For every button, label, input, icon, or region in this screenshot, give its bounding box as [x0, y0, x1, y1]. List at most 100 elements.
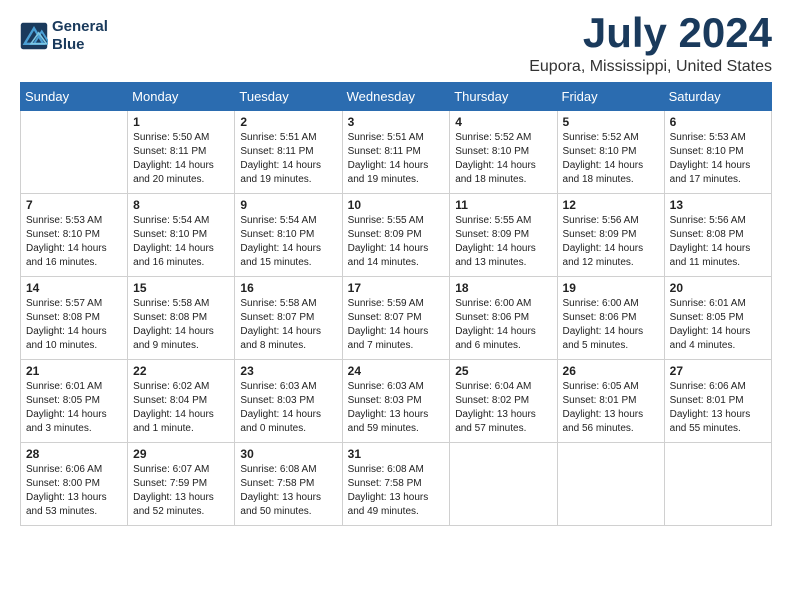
logo-icon: [20, 22, 48, 50]
day-number: 16: [240, 281, 336, 295]
cell-info: Sunrise: 5:54 AMSunset: 8:10 PMDaylight:…: [240, 214, 336, 270]
calendar-cell: 13Sunrise: 5:56 AMSunset: 8:08 PMDayligh…: [664, 194, 771, 277]
day-number: 15: [133, 281, 229, 295]
calendar-cell: 2 Sunrise: 5:51 AMSunset: 8:11 PMDaylight…: [235, 111, 342, 194]
cell-info: Sunrise: 6:08 AMSunset: 7:58 PMDaylight:…: [240, 463, 336, 519]
calendar-cell: 3 Sunrise: 5:51 AMSunset: 8:11 PMDaylight…: [342, 111, 450, 194]
cell-info: Sunrise: 5:51 AMSunset: 8:11 PMDaylight:…: [348, 131, 445, 187]
calendar-cell: 30 Sunrise: 6:08 AMSunset: 7:58 PMDayligh…: [235, 443, 342, 526]
calendar-cell: 11 Sunrise: 5:55 AMSunset: 8:09 PMDayligh…: [450, 194, 557, 277]
day-number: 25: [455, 364, 551, 378]
header-row: SundayMondayTuesdayWednesdayThursdayFrid…: [21, 83, 772, 111]
week-row-4: 21 Sunrise: 6:01 AMSunset: 8:05 PMDayligh…: [21, 360, 772, 443]
day-number: 9: [240, 198, 336, 212]
cell-info: Sunrise: 5:55 AMSunset: 8:09 PMDaylight:…: [455, 214, 551, 270]
cell-info: Sunrise: 6:03 AMSunset: 8:03 PMDaylight:…: [348, 380, 445, 436]
calendar-cell: [664, 443, 771, 526]
cell-info: Sunrise: 6:00 AMSunset: 8:06 PMDaylight:…: [563, 297, 659, 353]
calendar-cell: 14 Sunrise: 5:57 AMSunset: 8:08 PMDayligh…: [21, 277, 128, 360]
calendar-cell: 28 Sunrise: 6:06 AMSunset: 8:00 PMDayligh…: [21, 443, 128, 526]
calendar-cell: 1Sunrise: 5:50 AMSunset: 8:11 PMDaylight…: [128, 111, 235, 194]
day-number: 8: [133, 198, 229, 212]
cell-info: Sunrise: 5:50 AMSunset: 8:11 PMDaylight:…: [133, 131, 229, 187]
cell-info: Sunrise: 5:52 AMSunset: 8:10 PMDaylight:…: [563, 131, 659, 187]
day-number: 20: [670, 281, 766, 295]
header-day-monday: Monday: [128, 83, 235, 111]
header-day-thursday: Thursday: [450, 83, 557, 111]
week-row-5: 28 Sunrise: 6:06 AMSunset: 8:00 PMDayligh…: [21, 443, 772, 526]
calendar-cell: 10 Sunrise: 5:55 AMSunset: 8:09 PMDayligh…: [342, 194, 450, 277]
week-row-3: 14 Sunrise: 5:57 AMSunset: 8:08 PMDayligh…: [21, 277, 772, 360]
cell-info: Sunrise: 5:53 AMSunset: 8:10 PMDaylight:…: [670, 131, 766, 187]
cell-info: Sunrise: 5:56 AMSunset: 8:08 PMDaylight:…: [670, 214, 766, 270]
calendar-cell: 8 Sunrise: 5:54 AMSunset: 8:10 PMDaylight…: [128, 194, 235, 277]
cell-info: Sunrise: 6:03 AMSunset: 8:03 PMDaylight:…: [240, 380, 336, 436]
day-number: 26: [563, 364, 659, 378]
calendar-cell: 21 Sunrise: 6:01 AMSunset: 8:05 PMDayligh…: [21, 360, 128, 443]
calendar-cell: 16 Sunrise: 5:58 AMSunset: 8:07 PMDayligh…: [235, 277, 342, 360]
calendar-cell: 7Sunrise: 5:53 AMSunset: 8:10 PMDaylight…: [21, 194, 128, 277]
day-number: 19: [563, 281, 659, 295]
day-number: 2: [240, 115, 336, 129]
day-number: 23: [240, 364, 336, 378]
logo-line1: General: [52, 18, 108, 36]
day-number: 5: [563, 115, 659, 129]
calendar-cell: 12 Sunrise: 5:56 AMSunset: 8:09 PMDayligh…: [557, 194, 664, 277]
cell-info: Sunrise: 6:00 AMSunset: 8:06 PMDaylight:…: [455, 297, 551, 353]
cell-info: Sunrise: 5:52 AMSunset: 8:10 PMDaylight:…: [455, 131, 551, 187]
calendar-cell: 6Sunrise: 5:53 AMSunset: 8:10 PMDaylight…: [664, 111, 771, 194]
calendar-cell: 29 Sunrise: 6:07 AMSunset: 7:59 PMDayligh…: [128, 443, 235, 526]
day-number: 28: [26, 447, 122, 461]
header-day-friday: Friday: [557, 83, 664, 111]
calendar-header: SundayMondayTuesdayWednesdayThursdayFrid…: [21, 83, 772, 111]
header-day-tuesday: Tuesday: [235, 83, 342, 111]
calendar-table: SundayMondayTuesdayWednesdayThursdayFrid…: [20, 82, 772, 526]
day-number: 4: [455, 115, 551, 129]
cell-info: Sunrise: 6:07 AMSunset: 7:59 PMDaylight:…: [133, 463, 229, 519]
logo: General Blue: [20, 18, 108, 54]
calendar-cell: 19 Sunrise: 6:00 AMSunset: 8:06 PMDayligh…: [557, 277, 664, 360]
calendar-cell: 17Sunrise: 5:59 AMSunset: 8:07 PMDayligh…: [342, 277, 450, 360]
cell-info: Sunrise: 5:55 AMSunset: 8:09 PMDaylight:…: [348, 214, 445, 270]
calendar-cell: [450, 443, 557, 526]
calendar-cell: 9 Sunrise: 5:54 AMSunset: 8:10 PMDaylight…: [235, 194, 342, 277]
title-block: July 2024 Eupora, Mississippi, United St…: [529, 10, 772, 76]
cell-info: Sunrise: 6:05 AMSunset: 8:01 PMDaylight:…: [563, 380, 659, 436]
calendar-cell: 5 Sunrise: 5:52 AMSunset: 8:10 PMDaylight…: [557, 111, 664, 194]
day-number: 30: [240, 447, 336, 461]
calendar-cell: 15 Sunrise: 5:58 AMSunset: 8:08 PMDayligh…: [128, 277, 235, 360]
calendar-subtitle: Eupora, Mississippi, United States: [529, 58, 772, 76]
header-day-wednesday: Wednesday: [342, 83, 450, 111]
cell-info: Sunrise: 6:02 AMSunset: 8:04 PMDaylight:…: [133, 380, 229, 436]
day-number: 21: [26, 364, 122, 378]
cell-info: Sunrise: 5:56 AMSunset: 8:09 PMDaylight:…: [563, 214, 659, 270]
calendar-body: 1Sunrise: 5:50 AMSunset: 8:11 PMDaylight…: [21, 111, 772, 526]
day-number: 29: [133, 447, 229, 461]
calendar-cell: 20Sunrise: 6:01 AMSunset: 8:05 PMDayligh…: [664, 277, 771, 360]
cell-info: Sunrise: 6:06 AMSunset: 8:00 PMDaylight:…: [26, 463, 122, 519]
header-day-saturday: Saturday: [664, 83, 771, 111]
calendar-cell: 31Sunrise: 6:08 AMSunset: 7:58 PMDayligh…: [342, 443, 450, 526]
calendar-cell: 23 Sunrise: 6:03 AMSunset: 8:03 PMDayligh…: [235, 360, 342, 443]
day-number: 31: [348, 447, 445, 461]
day-number: 3: [348, 115, 445, 129]
cell-info: Sunrise: 5:51 AMSunset: 8:11 PMDaylight:…: [240, 131, 336, 187]
cell-info: Sunrise: 5:57 AMSunset: 8:08 PMDaylight:…: [26, 297, 122, 353]
cell-info: Sunrise: 5:58 AMSunset: 8:07 PMDaylight:…: [240, 297, 336, 353]
day-number: 10: [348, 198, 445, 212]
header: General Blue July 2024 Eupora, Mississip…: [20, 10, 772, 76]
cell-info: Sunrise: 6:06 AMSunset: 8:01 PMDaylight:…: [670, 380, 766, 436]
day-number: 12: [563, 198, 659, 212]
day-number: 11: [455, 198, 551, 212]
day-number: 27: [670, 364, 766, 378]
cell-info: Sunrise: 6:01 AMSunset: 8:05 PMDaylight:…: [26, 380, 122, 436]
day-number: 17: [348, 281, 445, 295]
header-day-sunday: Sunday: [21, 83, 128, 111]
calendar-cell: 26 Sunrise: 6:05 AMSunset: 8:01 PMDayligh…: [557, 360, 664, 443]
cell-info: Sunrise: 5:54 AMSunset: 8:10 PMDaylight:…: [133, 214, 229, 270]
day-number: 14: [26, 281, 122, 295]
cell-info: Sunrise: 5:53 AMSunset: 8:10 PMDaylight:…: [26, 214, 122, 270]
week-row-1: 1Sunrise: 5:50 AMSunset: 8:11 PMDaylight…: [21, 111, 772, 194]
day-number: 18: [455, 281, 551, 295]
cell-info: Sunrise: 5:58 AMSunset: 8:08 PMDaylight:…: [133, 297, 229, 353]
